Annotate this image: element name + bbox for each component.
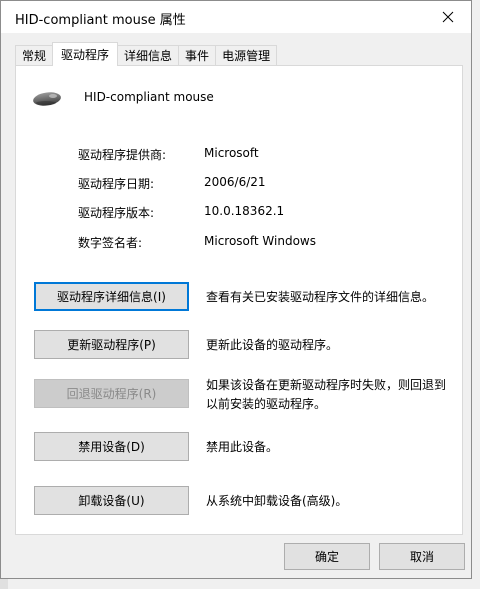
tab-bar: 常规 驱动程序 详细信息 事件 电源管理 <box>15 42 278 66</box>
ok-button[interactable]: 确定 <box>284 543 370 570</box>
roll-back-driver-description: 如果该设备在更新驱动程序时失败，则回退到以前安装的驱动程序。 <box>206 378 447 411</box>
driver-date-label: 驱动程序日期: <box>78 177 155 191</box>
driver-tab-panel: HID-compliant mouse 驱动程序提供商: Microsoft 驱… <box>15 65 463 535</box>
digital-signer-value: Microsoft Windows <box>204 234 316 248</box>
driver-provider-label: 驱动程序提供商: <box>78 148 167 162</box>
mouse-icon <box>33 92 61 106</box>
title-bar: HID-compliant mouse 属性 <box>1 1 471 33</box>
uninstall-device-button[interactable]: 卸载设备(U) <box>34 486 189 515</box>
update-driver-button[interactable]: 更新驱动程序(P) <box>34 330 189 359</box>
tab-details[interactable]: 详细信息 <box>117 45 180 66</box>
roll-back-driver-button: 回退驱动程序(R) <box>34 379 189 408</box>
close-icon <box>442 11 454 23</box>
tab-events[interactable]: 事件 <box>178 45 217 66</box>
driver-date-value: 2006/6/21 <box>204 175 266 189</box>
driver-details-description: 查看有关已安装驱动程序文件的详细信息。 <box>206 290 435 304</box>
driver-provider-value: Microsoft <box>204 146 259 160</box>
driver-version-value: 10.0.18362.1 <box>204 204 285 218</box>
disable-device-description: 禁用此设备。 <box>206 440 279 454</box>
tab-power-management[interactable]: 电源管理 <box>215 45 278 66</box>
disable-device-button[interactable]: 禁用设备(D) <box>34 432 189 461</box>
device-name: HID-compliant mouse <box>84 90 214 104</box>
tab-general[interactable]: 常规 <box>15 45 54 66</box>
close-button[interactable] <box>425 1 471 33</box>
properties-dialog: HID-compliant mouse 属性 常规 驱动程序 详细信息 事件 电… <box>0 0 472 579</box>
driver-details-button[interactable]: 驱动程序详细信息(I) <box>34 282 189 311</box>
digital-signer-label: 数字签名者: <box>78 236 143 250</box>
driver-version-label: 驱动程序版本: <box>78 206 155 220</box>
cancel-button[interactable]: 取消 <box>379 543 465 570</box>
uninstall-device-description: 从系统中卸载设备(高级)。 <box>206 494 348 508</box>
tab-driver[interactable]: 驱动程序 <box>52 42 119 66</box>
window-title: HID-compliant mouse 属性 <box>15 13 186 28</box>
update-driver-description: 更新此设备的驱动程序。 <box>206 338 339 352</box>
